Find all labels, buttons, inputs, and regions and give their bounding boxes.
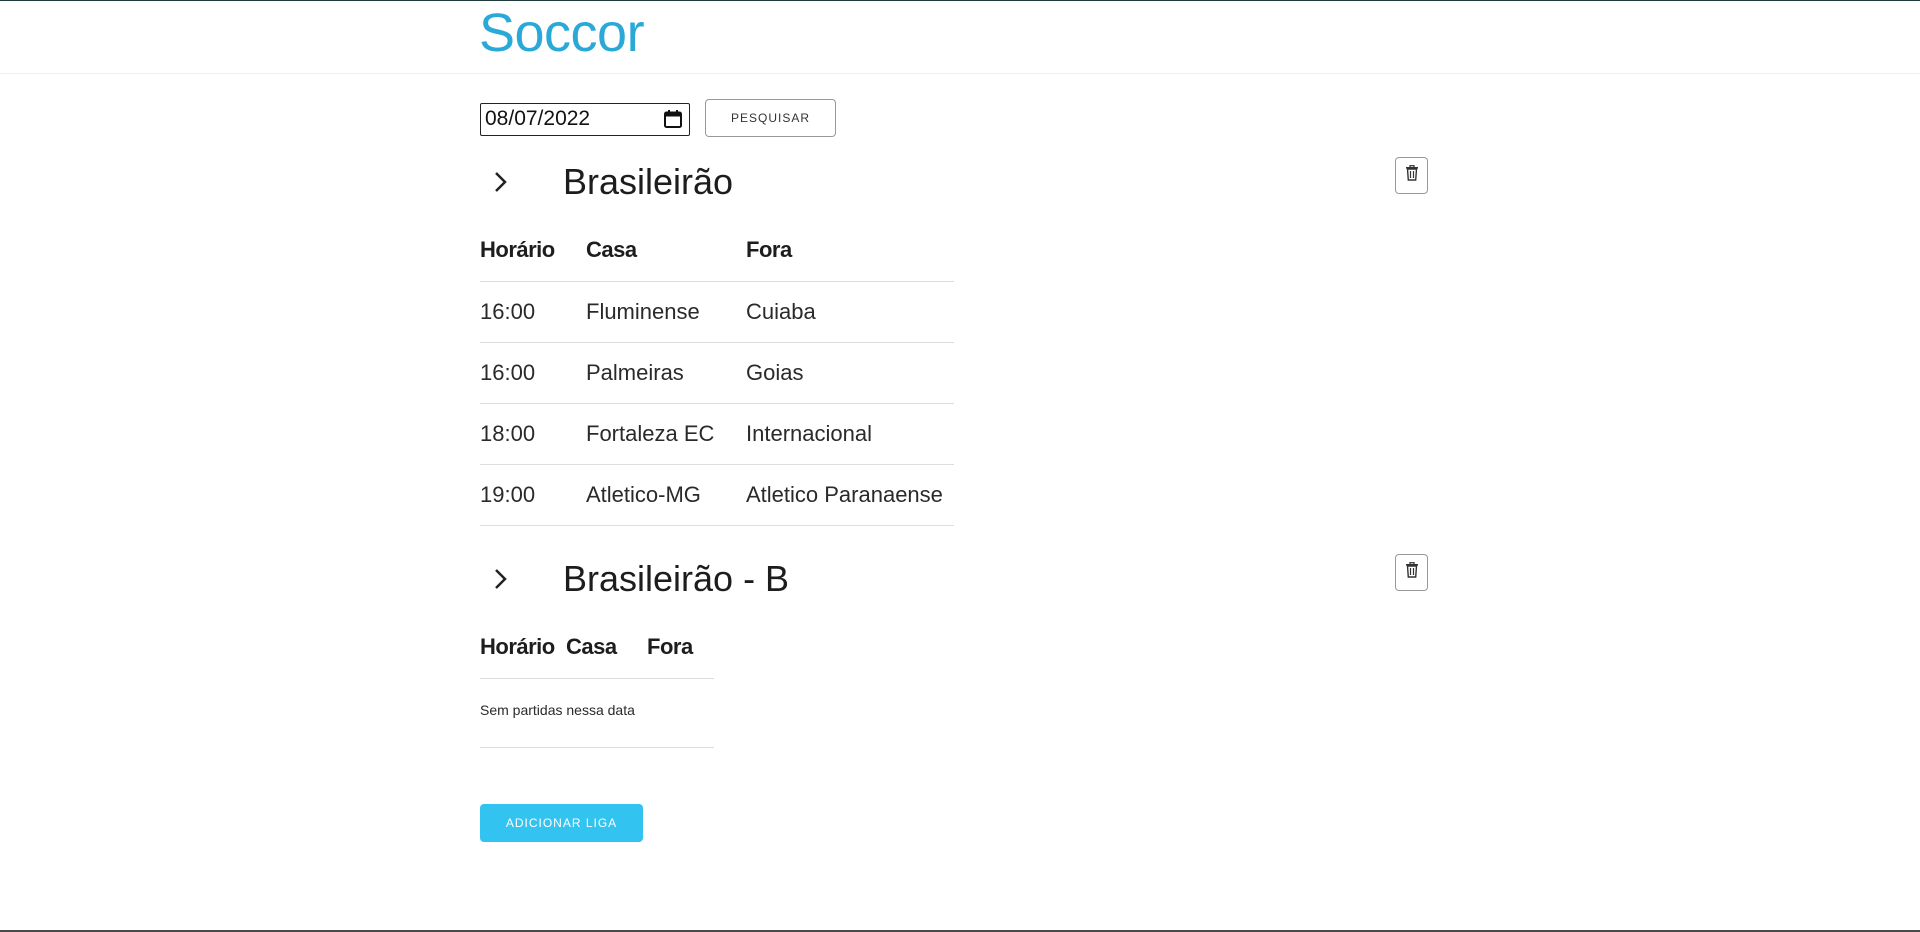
match-away: Internacional <box>746 403 954 465</box>
delete-league-button[interactable] <box>1395 157 1428 194</box>
match-time: 16:00 <box>480 342 586 404</box>
table-row: 19:00 Atletico-MG Atletico Paranaense <box>480 464 954 526</box>
match-away: Atletico Paranaense <box>746 464 954 526</box>
table-row: 16:00 Palmeiras Goias <box>480 342 954 404</box>
match-home: Atletico-MG <box>586 464 746 526</box>
league-title: Brasileirão <box>563 161 734 202</box>
table-row: 18:00 Fortaleza EC Internacional <box>480 403 954 465</box>
trash-icon <box>1405 561 1419 583</box>
match-home: Palmeiras <box>586 342 746 404</box>
column-header-home: Casa <box>586 220 746 282</box>
match-home: Fluminense <box>586 281 746 343</box>
date-input[interactable]: 08/07/2022 <box>480 102 690 136</box>
column-header-away: Fora <box>647 617 714 679</box>
search-button[interactable]: PESQUISAR <box>705 99 836 137</box>
column-header-home: Casa <box>566 617 647 679</box>
column-header-time: Horário <box>480 617 566 679</box>
column-header-time: Horário <box>480 220 586 282</box>
matches-table: Horário Casa Fora Sem partidas nessa dat… <box>480 617 714 748</box>
matches-table: Horário Casa Fora 16:00 Fluminense Cuiab… <box>480 220 954 526</box>
table-row: Sem partidas nessa data <box>480 678 714 748</box>
table-header-row: Horário Casa Fora <box>480 220 954 282</box>
chevron-right-icon[interactable] <box>488 170 512 194</box>
match-home: Fortaleza EC <box>586 403 746 465</box>
app-header: Soccor <box>0 1 1920 74</box>
league-header: Brasileirão - B <box>480 549 1428 609</box>
match-away: Goias <box>746 342 954 404</box>
league-section: Brasileirão Horário Casa Fora 16:00 Flum… <box>480 152 1428 526</box>
delete-league-button[interactable] <box>1395 554 1428 591</box>
league-section: Brasileirão - B Horário Casa Fora Sem pa… <box>480 549 1428 748</box>
league-title: Brasileirão - B <box>563 558 790 599</box>
empty-message: Sem partidas nessa data <box>480 678 714 748</box>
date-value: 08/07/2022 <box>485 107 591 130</box>
column-header-away: Fora <box>746 220 954 282</box>
add-league-button[interactable]: ADICIONAR LIGA <box>480 804 643 842</box>
table-row: 16:00 Fluminense Cuiaba <box>480 281 954 343</box>
match-time: 19:00 <box>480 464 586 526</box>
table-header-row: Horário Casa Fora <box>480 617 714 679</box>
match-time: 18:00 <box>480 403 586 465</box>
calendar-icon[interactable] <box>663 109 683 129</box>
league-header: Brasileirão <box>480 152 1428 212</box>
chevron-right-icon[interactable] <box>488 567 512 591</box>
app-title: Soccor <box>479 3 645 63</box>
match-time: 16:00 <box>480 281 586 343</box>
trash-icon <box>1405 164 1419 186</box>
search-bar: 08/07/2022 PESQUISAR <box>480 99 836 137</box>
match-away: Cuiaba <box>746 281 954 343</box>
